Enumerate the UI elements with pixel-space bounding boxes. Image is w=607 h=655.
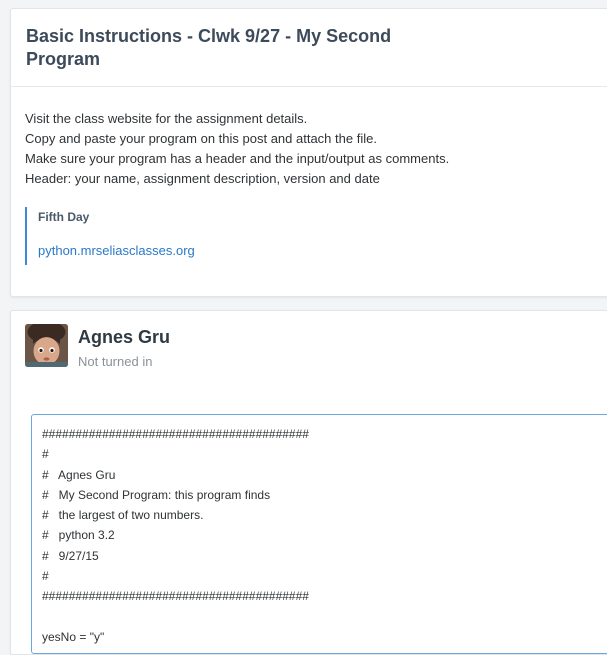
link-attachment[interactable]: Fifth Day python.mrseliasclasses.org <box>25 207 605 265</box>
code-line: # My Second Program: this program finds <box>42 487 271 502</box>
code-line: yesNo = "y" <box>42 629 105 644</box>
avatar[interactable] <box>25 324 68 367</box>
avatar-image <box>25 324 68 367</box>
student-name[interactable]: Agnes Gru <box>78 327 170 348</box>
private-comment-textarea[interactable]: ########################################… <box>31 414 607 654</box>
assignment-title: Basic Instructions - Clwk 9/27 - My Seco… <box>26 26 392 69</box>
instruction-line: Header: your name, assignment descriptio… <box>25 171 380 186</box>
submission-status: Not turned in <box>78 354 153 369</box>
code-line: ######################################## <box>42 427 309 441</box>
code-line: # the largest of two numbers. <box>42 508 204 523</box>
link-title[interactable]: Fifth Day <box>38 209 605 225</box>
assignment-body: Visit the class website for the assignme… <box>11 87 607 265</box>
instruction-line: Make sure your program has a header and … <box>25 151 450 166</box>
assignment-header: Basic Instructions - Clwk 9/27 - My Seco… <box>11 9 607 87</box>
instruction-line: Copy and paste your program on this post… <box>25 131 377 146</box>
code-line: ######################################## <box>42 589 309 604</box>
submission-card: Agnes Gru Not turned in ################… <box>10 310 607 655</box>
code-line: # <box>42 569 49 584</box>
code-line: # <box>42 447 49 462</box>
code-line: # 9/27/15 <box>42 548 99 563</box>
code-line: # python 3.2 <box>42 528 115 543</box>
link-url[interactable]: python.mrseliasclasses.org <box>38 243 605 259</box>
instruction-line: Visit the class website for the assignme… <box>25 111 308 126</box>
code-line: # Agnes Gru <box>42 467 116 482</box>
assignment-card: Basic Instructions - Clwk 9/27 - My Seco… <box>10 8 607 297</box>
